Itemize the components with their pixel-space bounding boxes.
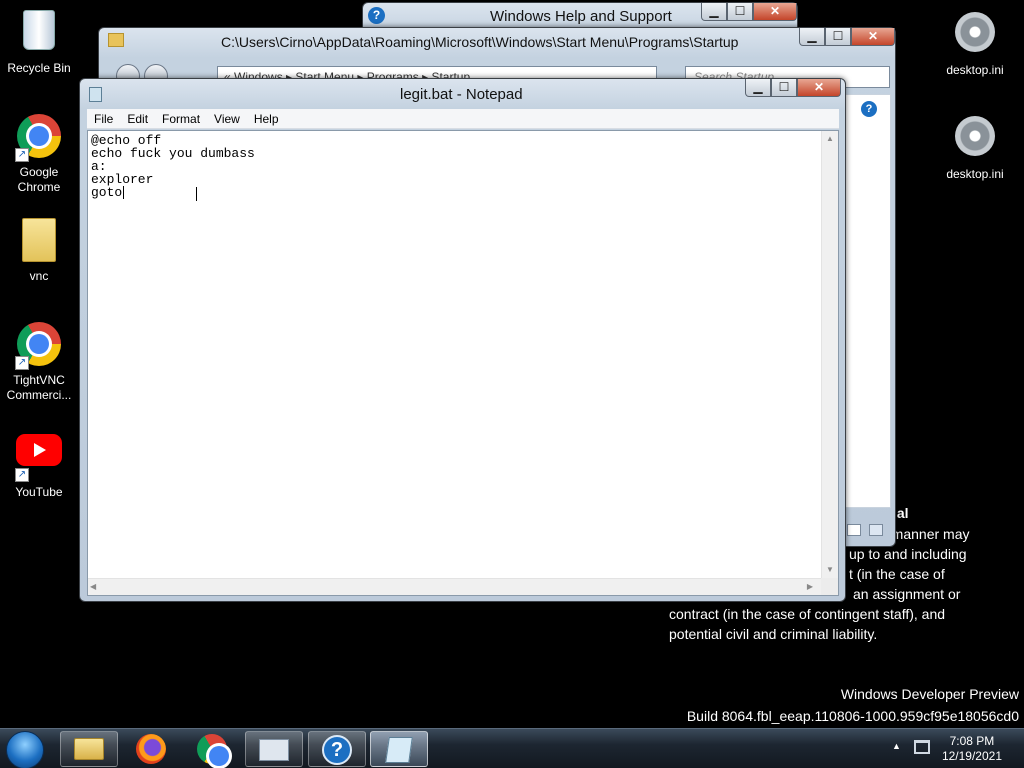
editor-content[interactable]: @echo off echo fuck you dumbass a: explo… bbox=[91, 134, 255, 199]
desktop-icon-label: desktop.ini bbox=[946, 63, 1004, 77]
maximize-button[interactable]: ☐ bbox=[727, 3, 753, 21]
notepad-window[interactable]: legit.bat - Notepad ▁ ☐ ✕ File Edit Form… bbox=[79, 78, 846, 602]
desktop-icon-desktop-ini[interactable]: desktop.ini bbox=[937, 112, 1013, 182]
close-button[interactable]: ✕ bbox=[753, 3, 797, 21]
window-title: Windows Help and Support bbox=[490, 8, 672, 25]
system-clock[interactable]: 7:08 PM 12/19/2021 bbox=[942, 734, 1002, 764]
text-cursor bbox=[123, 186, 124, 199]
desktop-icon-vnc[interactable]: vnc bbox=[1, 216, 77, 284]
clock-time: 7:08 PM bbox=[949, 734, 995, 748]
minimize-button[interactable]: ▁ bbox=[799, 28, 825, 46]
taskbar-monitor-button[interactable] bbox=[245, 731, 303, 767]
maximize-button[interactable]: ☐ bbox=[825, 28, 851, 46]
view-details-icon[interactable] bbox=[847, 524, 861, 536]
help-icon[interactable]: ? bbox=[861, 101, 877, 117]
maximize-button[interactable]: ☐ bbox=[771, 79, 797, 97]
wallpaper-text-line: t (in the case of bbox=[849, 566, 945, 582]
build-watermark-build: Build 8064.fbl_eeap.110806-1000.959cf95e… bbox=[686, 708, 1019, 724]
shortcut-arrow-icon: ↗ bbox=[15, 468, 29, 482]
folder-icon bbox=[74, 738, 104, 760]
desktop-icon-label: desktop.ini bbox=[946, 167, 1004, 181]
scrollbar-corner bbox=[821, 578, 838, 595]
youtube-icon bbox=[16, 434, 62, 466]
menu-file[interactable]: File bbox=[87, 109, 120, 128]
desktop-icon-desktop-ini[interactable]: desktop.ini bbox=[937, 8, 1013, 78]
start-button[interactable] bbox=[6, 731, 44, 768]
notepad-icon bbox=[385, 737, 413, 763]
desktop-icon-youtube[interactable]: ↗ YouTube bbox=[1, 426, 77, 500]
window-title: C:\Users\Cirno\AppData\Roaming\Microsoft… bbox=[221, 34, 739, 50]
build-watermark-title: Windows Developer Preview bbox=[840, 686, 1019, 702]
desktop-icon-label: vnc bbox=[29, 269, 49, 283]
menu-bar: File Edit Format View Help bbox=[87, 109, 839, 129]
performance-monitor-icon bbox=[259, 739, 289, 761]
network-icon[interactable] bbox=[914, 740, 930, 754]
chrome-icon bbox=[197, 734, 229, 766]
settings-file-icon bbox=[955, 12, 995, 52]
i-beam-pointer bbox=[196, 187, 197, 201]
wallpaper-text-line: an assignment or bbox=[853, 586, 961, 602]
horizontal-scrollbar[interactable]: ◀ ▶ bbox=[88, 578, 821, 595]
close-button[interactable]: ✕ bbox=[851, 28, 895, 46]
shortcut-arrow-icon: ↗ bbox=[15, 148, 29, 162]
show-hidden-icons-button[interactable]: ▲ bbox=[892, 741, 901, 751]
scroll-left-icon[interactable]: ◀ bbox=[90, 582, 96, 591]
taskbar-chrome-button[interactable] bbox=[183, 731, 241, 767]
recycle-bin-icon bbox=[23, 10, 55, 50]
wallpaper-text-line: contract (in the case of contingent staf… bbox=[669, 606, 946, 622]
taskbar-firefox-button[interactable] bbox=[122, 731, 180, 767]
view-large-icons-icon[interactable] bbox=[869, 524, 883, 536]
close-button[interactable]: ✕ bbox=[797, 79, 841, 97]
shortcut-arrow-icon: ↗ bbox=[15, 356, 29, 370]
minimize-button[interactable]: ▁ bbox=[745, 79, 771, 97]
desktop-icon-label: Google Chrome bbox=[17, 165, 61, 194]
wallpaper-text-line: up to and including bbox=[849, 546, 967, 562]
menu-edit[interactable]: Edit bbox=[120, 109, 155, 128]
text-editor[interactable]: @echo off echo fuck you dumbass a: explo… bbox=[87, 130, 839, 596]
settings-file-icon bbox=[955, 116, 995, 156]
taskbar-explorer-button[interactable] bbox=[60, 731, 118, 767]
content-pane bbox=[843, 94, 891, 508]
wallpaper-text-line: potential civil and criminal liability. bbox=[669, 626, 878, 642]
scroll-up-icon[interactable]: ▲ bbox=[822, 131, 838, 147]
help-icon: ? bbox=[368, 7, 385, 24]
desktop-icon-label: TightVNC Commerci... bbox=[6, 373, 72, 402]
menu-format[interactable]: Format bbox=[155, 109, 207, 128]
window-title: legit.bat - Notepad bbox=[400, 86, 523, 103]
firefox-icon bbox=[136, 734, 166, 764]
menu-view[interactable]: View bbox=[207, 109, 247, 128]
desktop-icon-label: Recycle Bin bbox=[7, 61, 71, 75]
notepad-icon bbox=[89, 87, 102, 102]
taskbar-help-button[interactable]: ? bbox=[308, 731, 366, 767]
vertical-scrollbar[interactable]: ▲ ▼ bbox=[821, 131, 838, 578]
menu-help[interactable]: Help bbox=[247, 109, 286, 128]
desktop-icon-recycle-bin[interactable]: Recycle Bin bbox=[1, 6, 77, 76]
folder-icon bbox=[22, 218, 56, 262]
scroll-down-icon[interactable]: ▼ bbox=[822, 562, 838, 578]
taskbar: ? ▲ 7:08 PM 12/19/2021 bbox=[0, 728, 1024, 768]
scroll-right-icon[interactable]: ▶ bbox=[807, 582, 813, 591]
minimize-button[interactable]: ▁ bbox=[701, 3, 727, 21]
clock-date: 12/19/2021 bbox=[941, 749, 1002, 763]
help-icon: ? bbox=[322, 735, 352, 765]
taskbar-notepad-button[interactable] bbox=[370, 731, 428, 767]
desktop-icon-google-chrome[interactable]: ↗ Google Chrome bbox=[1, 112, 77, 195]
desktop-icon-tightvnc[interactable]: ↗ TightVNC Commerci... bbox=[1, 320, 77, 403]
folder-icon bbox=[108, 33, 124, 47]
desktop-icon-label: YouTube bbox=[15, 485, 63, 499]
